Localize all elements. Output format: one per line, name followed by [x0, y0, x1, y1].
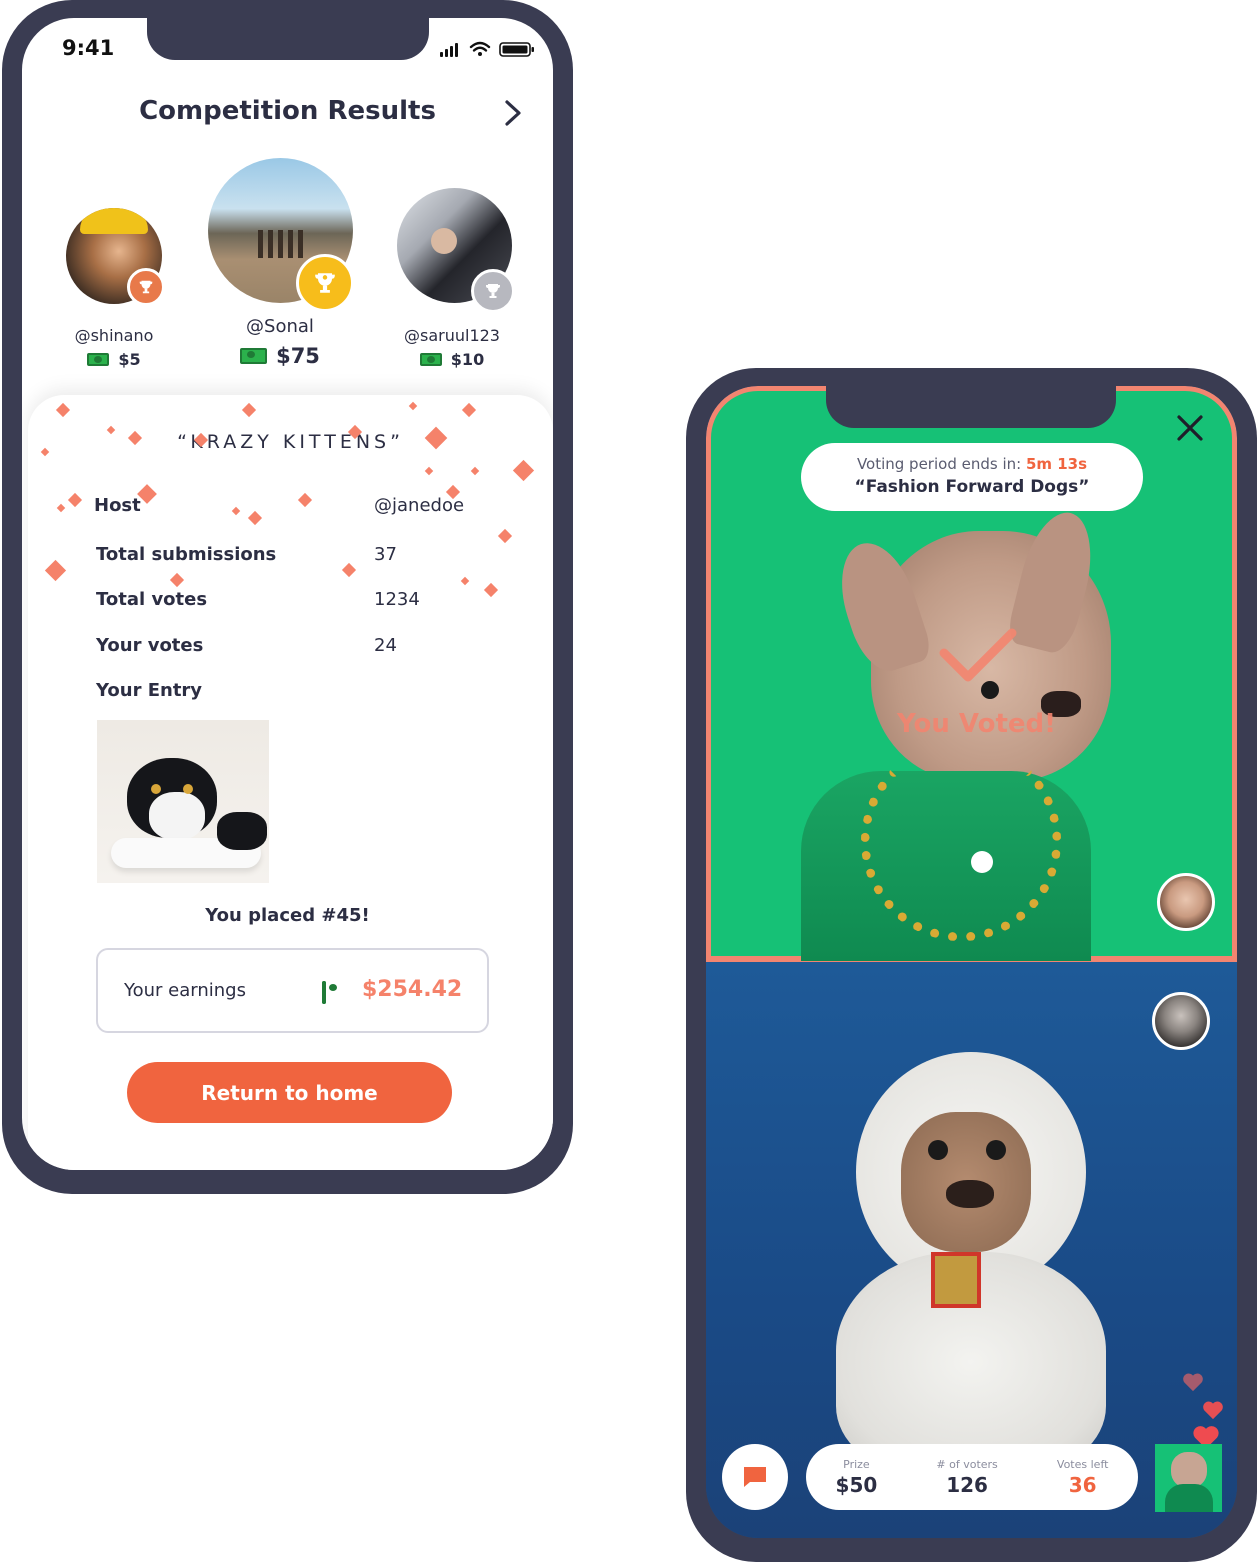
cash-icon [240, 348, 268, 364]
earnings-box: Your earnings $254.42 [96, 948, 489, 1033]
silver-trophy-badge [471, 269, 515, 313]
trophy-icon [315, 273, 335, 293]
battery-icon [499, 42, 534, 57]
results-card: “KRAZY KITTENS” Host @janedoe Total subm… [28, 395, 553, 1170]
detail-value-host[interactable]: @janedoe [374, 495, 464, 516]
voting-screen: You Voted! Voting period ends in: 5m 13s… [706, 386, 1237, 1538]
prize-second-value: $5 [118, 350, 141, 369]
gold-chain-shape [861, 741, 1061, 941]
prize-second: $5 [44, 350, 184, 369]
prize-third-value: $10 [450, 350, 485, 369]
you-voted-text: You Voted! [897, 709, 1056, 739]
chevron-right-icon[interactable] [500, 98, 526, 128]
return-home-button[interactable]: Return to home [127, 1062, 452, 1123]
chat-button[interactable] [722, 1444, 788, 1510]
results-phone-frame: 9:41 Competition Results @shinano $5 @So… [2, 0, 573, 1194]
voter-avatar[interactable] [1157, 873, 1215, 931]
heart-icon [1183, 1373, 1203, 1392]
hat-shape [80, 208, 148, 234]
username-second[interactable]: @shinano [44, 326, 184, 345]
your-entry-label: Your Entry [96, 680, 203, 701]
prize-first-value: $75 [276, 344, 320, 368]
dog-nose-shape [946, 1180, 994, 1208]
gold-trophy-badge [296, 254, 354, 312]
entry-thumbnail[interactable] [1155, 1444, 1222, 1512]
phone-notch [826, 386, 1116, 428]
gift-box-shape [931, 1252, 981, 1308]
cat-eye-shape [183, 784, 193, 794]
prize-first: $75 [210, 344, 350, 368]
timer-value: 5m 13s [1025, 455, 1088, 473]
detail-value-submissions: 37 [374, 544, 397, 565]
voting-info-pill: Voting period ends in: 5m 13s “Fashion F… [801, 443, 1143, 511]
stat-votes-left-value: 36 [1068, 1472, 1097, 1497]
status-time: 9:41 [62, 36, 115, 60]
cash-icon [322, 981, 326, 1004]
jacket-button-shape [971, 851, 993, 873]
phone-notch [147, 18, 429, 60]
your-entry-image[interactable] [97, 720, 269, 883]
checkmark-icon [939, 628, 1017, 682]
stat-prize-label: Prize [843, 1457, 870, 1471]
stat-votes-left-label: Votes left [1056, 1457, 1109, 1471]
earnings-value: $254.42 [362, 977, 463, 1002]
dog-jacket-shape [1165, 1484, 1213, 1512]
username-third[interactable]: @saruul123 [382, 326, 522, 345]
detail-label-total-votes: Total votes [96, 589, 208, 610]
horses-shape [258, 230, 308, 258]
voting-timer-line: Voting period ends in: 5m 13s [801, 455, 1143, 473]
detail-label-host: Host [94, 495, 141, 516]
page-title: Competition Results [139, 96, 436, 126]
chat-icon [744, 1467, 766, 1487]
stats-bar: Prize $50 # of voters 126 Votes left 36 [806, 1444, 1138, 1510]
trophy-icon [139, 280, 153, 294]
competition-title: “Fashion Forward Dogs” [854, 477, 1090, 497]
stat-voters-value: 126 [946, 1472, 988, 1497]
close-icon[interactable] [1176, 414, 1204, 442]
cat-body-shape [217, 812, 267, 850]
username-first[interactable]: @Sonal [210, 316, 350, 337]
prize-third: $10 [382, 350, 522, 369]
dog-head-shape [1171, 1452, 1207, 1488]
cat-eye-shape [151, 784, 161, 794]
detail-label-your-votes: Your votes [96, 635, 204, 656]
stat-voters-label: # of voters [936, 1457, 998, 1471]
detail-value-your-votes: 24 [374, 635, 397, 656]
voting-phone-frame: You Voted! Voting period ends in: 5m 13s… [686, 368, 1257, 1562]
owner-avatar[interactable] [1152, 992, 1210, 1050]
detail-value-total-votes: 1234 [374, 589, 420, 610]
cat-face-shape [149, 792, 205, 840]
detail-label-submissions: Total submissions [96, 544, 277, 565]
signal-icon [440, 43, 458, 57]
timer-label: Voting period ends in: [856, 455, 1026, 473]
heart-icon [1203, 1401, 1223, 1420]
wifi-icon [469, 41, 491, 52]
placed-text: You placed #45! [205, 905, 370, 926]
results-screen: 9:41 Competition Results @shinano $5 @So… [22, 18, 553, 1170]
trophy-icon [486, 284, 500, 298]
stat-voters: # of voters 126 [936, 1458, 997, 1497]
competition-name: “KRAZY KITTENS” [177, 431, 404, 453]
stat-prize: Prize $50 [836, 1458, 878, 1497]
status-icons [440, 41, 534, 57]
cash-icon [87, 353, 110, 366]
stat-prize-value: $50 [835, 1472, 878, 1497]
earnings-label: Your earnings [124, 980, 246, 1001]
face-shape [431, 228, 457, 254]
stat-votes-left: Votes left 36 [1057, 1458, 1109, 1497]
dog-eye-shape [928, 1140, 948, 1160]
dog-eye-shape [986, 1140, 1006, 1160]
bronze-trophy-badge [127, 268, 165, 306]
cash-icon [419, 353, 442, 366]
